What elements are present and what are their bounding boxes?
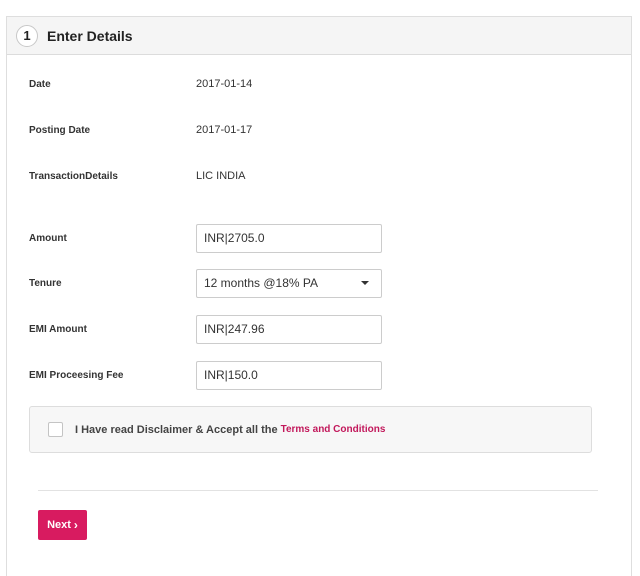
tenure-select[interactable]: 12 months @18% PA [196, 268, 382, 298]
tenure-row: Tenure 12 months @18% PA [29, 268, 382, 298]
transaction-details-row: TransactionDetails LIC INDIA [29, 161, 246, 191]
tenure-selected-value: 12 months @18% PA [204, 276, 319, 290]
step-badge: 1 [16, 24, 38, 47]
terms-text: I Have read Disclaimer & Accept all the [75, 423, 278, 436]
panel-title: Enter Details [47, 27, 133, 44]
posting-date-label: Posting Date [29, 124, 91, 136]
date-label: Date [29, 78, 51, 90]
chevron-right-icon: › [73, 518, 78, 532]
transaction-details-value: LIC INDIA [196, 170, 246, 182]
caret-down-icon [361, 281, 369, 285]
next-button[interactable]: Next › [38, 510, 87, 540]
emi-processing-fee-row: EMI Proceesing Fee [29, 360, 382, 390]
transaction-details-label: TransactionDetails [29, 170, 118, 182]
date-value: 2017-01-14 [196, 78, 253, 90]
posting-date-row: Posting Date 2017-01-17 [29, 115, 252, 145]
posting-date-value: 2017-01-17 [196, 124, 253, 136]
emi-amount-input[interactable] [196, 314, 382, 344]
amount-input[interactable] [196, 223, 382, 253]
terms-box: I Have read Disclaimer & Accept all the … [29, 406, 592, 453]
amount-row: Amount [29, 223, 382, 253]
terms-checkbox[interactable] [48, 422, 63, 437]
next-button-label: Next [47, 519, 71, 531]
date-row: Date 2017-01-14 [29, 69, 252, 99]
emi-amount-row: EMI Amount [29, 314, 382, 344]
emi-processing-fee-label: EMI Proceesing Fee [29, 369, 124, 381]
amount-label: Amount [29, 232, 67, 244]
divider [38, 490, 598, 491]
panel-header: 1 Enter Details [7, 17, 631, 55]
terms-and-conditions-link[interactable]: Terms and Conditions [281, 424, 386, 435]
tenure-label: Tenure [29, 277, 62, 289]
emi-amount-label: EMI Amount [29, 323, 87, 335]
emi-processing-fee-input[interactable] [196, 360, 382, 390]
